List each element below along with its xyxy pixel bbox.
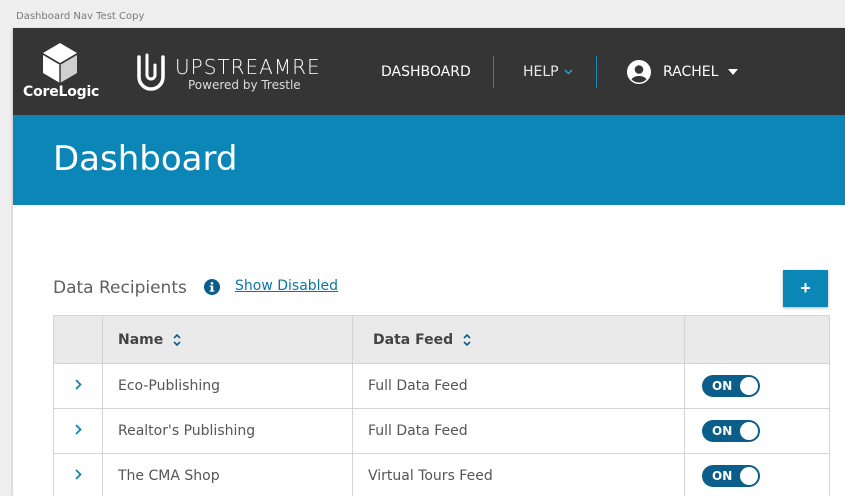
nav-divider — [596, 56, 597, 88]
toggle-knob — [740, 422, 758, 440]
expand-row-button[interactable] — [53, 408, 103, 454]
user-name: RACHEL — [663, 64, 719, 80]
user-avatar-icon — [627, 60, 651, 84]
info-icon[interactable] — [204, 279, 220, 295]
show-disabled-link[interactable]: Show Disabled — [235, 278, 338, 294]
page-title: Dashboard — [53, 139, 238, 179]
upstream-tagline: Powered by Trestle — [188, 78, 301, 92]
status-column-header — [684, 315, 830, 364]
add-recipient-button[interactable]: + — [783, 270, 828, 307]
chevron-right-icon — [74, 424, 82, 435]
status-toggle[interactable]: ON — [702, 465, 760, 487]
expand-column-header — [53, 315, 103, 364]
window-title: Dashboard Nav Test Copy — [16, 11, 145, 22]
recipient-name-cell: Eco-Publishing — [102, 363, 353, 409]
table-row: Realtor's Publishing Full Data Feed ON — [53, 408, 830, 454]
table-row: Eco-Publishing Full Data Feed ON — [53, 363, 830, 409]
recipient-name: Realtor's Publishing — [118, 423, 256, 439]
data-feed-cell: Full Data Feed — [352, 363, 685, 409]
status-toggle[interactable]: ON — [702, 375, 760, 397]
data-recipients-table: Name Data Feed Eco-Publishing Full Data … — [53, 315, 830, 496]
name-column-label: Name — [118, 331, 164, 348]
page-banner: Dashboard — [13, 115, 845, 205]
data-feed: Full Data Feed — [368, 423, 468, 439]
chevron-right-icon — [74, 469, 82, 480]
section-title: Data Recipients — [53, 278, 187, 298]
recipient-name-cell: The CMA Shop — [102, 453, 353, 496]
data-feed: Virtual Tours Feed — [368, 468, 493, 484]
chevron-right-icon — [74, 379, 82, 390]
status-toggle[interactable]: ON — [702, 420, 760, 442]
top-navbar: CoreLogic UPSTREAMRE Powered by Trestle … — [13, 28, 845, 115]
caret-down-icon — [728, 69, 739, 75]
nav-help-label: HELP — [523, 64, 559, 80]
sort-icon[interactable] — [173, 333, 181, 347]
expand-row-button[interactable] — [53, 363, 103, 409]
data-feed-column-header[interactable]: Data Feed — [352, 315, 685, 364]
toggle-label: ON — [712, 424, 733, 438]
toggle-knob — [740, 467, 758, 485]
user-menu[interactable]: RACHEL — [627, 60, 739, 84]
corelogic-logo-icon — [43, 43, 77, 83]
status-cell: ON — [684, 408, 830, 454]
data-feed-column-label: Data Feed — [373, 331, 454, 348]
corelogic-logo[interactable]: CoreLogic — [23, 42, 103, 102]
toggle-knob — [740, 377, 758, 395]
name-column-header[interactable]: Name — [102, 315, 353, 364]
upstream-name: UPSTREAMRE — [175, 55, 321, 79]
data-feed-cell: Virtual Tours Feed — [352, 453, 685, 496]
nav-dashboard[interactable]: DASHBOARD — [381, 64, 471, 80]
corelogic-label: CoreLogic — [23, 84, 100, 100]
nav-divider — [493, 56, 494, 88]
data-feed-cell: Full Data Feed — [352, 408, 685, 454]
app-window: CoreLogic UPSTREAMRE Powered by Trestle … — [13, 28, 845, 496]
recipient-name: The CMA Shop — [118, 468, 220, 484]
status-cell: ON — [684, 453, 830, 496]
chevron-down-icon — [564, 69, 573, 75]
table-row: The CMA Shop Virtual Tours Feed ON — [53, 453, 830, 496]
upstream-logo[interactable]: UPSTREAMRE Powered by Trestle — [135, 51, 335, 93]
table-header-row: Name Data Feed — [53, 315, 830, 364]
upstream-logo-icon — [137, 53, 165, 91]
toggle-label: ON — [712, 379, 733, 393]
recipient-name-cell: Realtor's Publishing — [102, 408, 353, 454]
recipient-name: Eco-Publishing — [118, 378, 220, 394]
expand-row-button[interactable] — [53, 453, 103, 496]
sort-icon[interactable] — [463, 333, 471, 347]
nav-help[interactable]: HELP — [523, 64, 573, 80]
status-cell: ON — [684, 363, 830, 409]
data-feed: Full Data Feed — [368, 378, 468, 394]
toggle-label: ON — [712, 469, 733, 483]
